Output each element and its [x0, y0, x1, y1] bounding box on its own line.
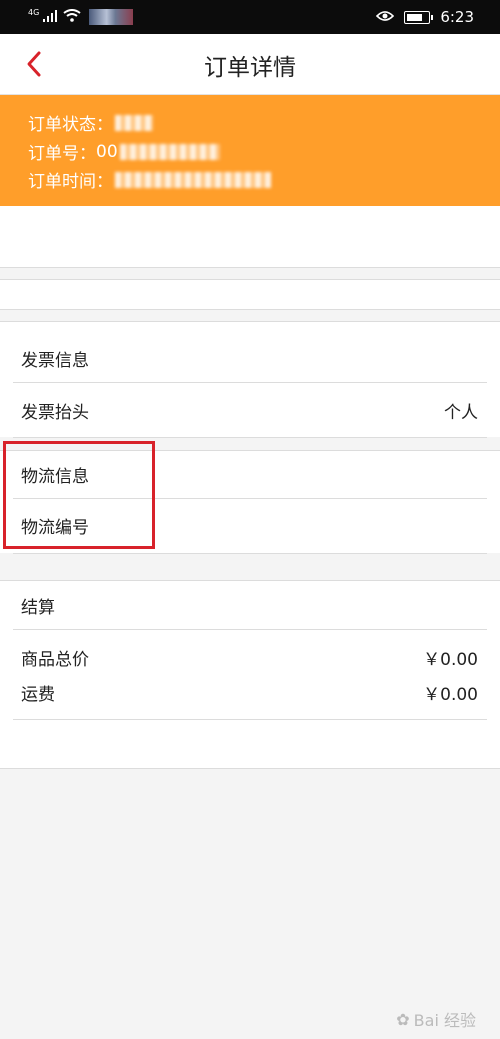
divider: [13, 437, 487, 438]
watermark-text: Bai 经验: [413, 1011, 476, 1030]
page-title: 订单详情: [204, 55, 296, 81]
invoice-section: 发票信息 发票抬头 个人: [0, 321, 500, 437]
battery-icon: [404, 10, 434, 24]
settlement-section: 结算 商品总价 ￥0.00 运费 ￥0.00: [0, 580, 500, 768]
signal-icon: [43, 8, 59, 26]
paw-icon: ✿: [396, 1009, 410, 1029]
nav-bar: 订单详情: [0, 34, 500, 95]
wifi-icon: [63, 8, 81, 26]
clock: 6:23: [440, 8, 474, 26]
divider: [0, 267, 500, 268]
order-number-blurred: [119, 143, 220, 160]
status-right: 6:23: [376, 8, 474, 26]
order-status-label: 订单状态：: [28, 115, 113, 135]
order-number-label: 订单号：: [28, 144, 96, 164]
blank-strip: [0, 279, 500, 309]
order-status-value-blurred: [115, 114, 153, 131]
status-left: 4G: [28, 7, 134, 26]
divider: [0, 309, 500, 310]
divider: [0, 768, 500, 769]
order-summary-banner: 订单状态： 订单号： 00 订单时间：: [0, 95, 500, 206]
order-number-row: 订单号： 00: [28, 139, 220, 164]
goods-total-value: ￥0.00: [423, 650, 478, 670]
invoice-header-label: 发票抬头: [21, 403, 89, 423]
shipping-fee-value: ￥0.00: [423, 685, 478, 705]
divider: [13, 719, 487, 720]
invoice-header-value: 个人: [444, 403, 478, 423]
watermark: ✿ Bai 经验: [396, 1007, 476, 1031]
eye-icon: [376, 8, 395, 26]
divider: [13, 629, 487, 630]
divider: [0, 279, 500, 280]
blank-panel: [0, 206, 500, 267]
divider: [13, 553, 487, 554]
divider: [13, 382, 487, 383]
goods-total-label: 商品总价: [21, 650, 89, 670]
order-time-row: 订单时间：: [28, 167, 271, 192]
highlight-box: [3, 441, 155, 549]
status-bar: 4G 6:23: [0, 0, 500, 34]
invoice-section-title: 发票信息: [21, 351, 89, 371]
settlement-section-title: 结算: [21, 598, 55, 618]
shipping-fee-label: 运费: [21, 685, 55, 705]
network-type: 4G: [28, 7, 40, 17]
order-time-blurred: [115, 171, 271, 188]
order-status-row: 订单状态：: [28, 110, 153, 135]
order-number-prefix: 00: [96, 141, 118, 162]
blurred-carrier: [89, 9, 134, 25]
order-time-label: 订单时间：: [28, 172, 113, 192]
divider: [0, 580, 500, 581]
divider: [0, 321, 500, 322]
